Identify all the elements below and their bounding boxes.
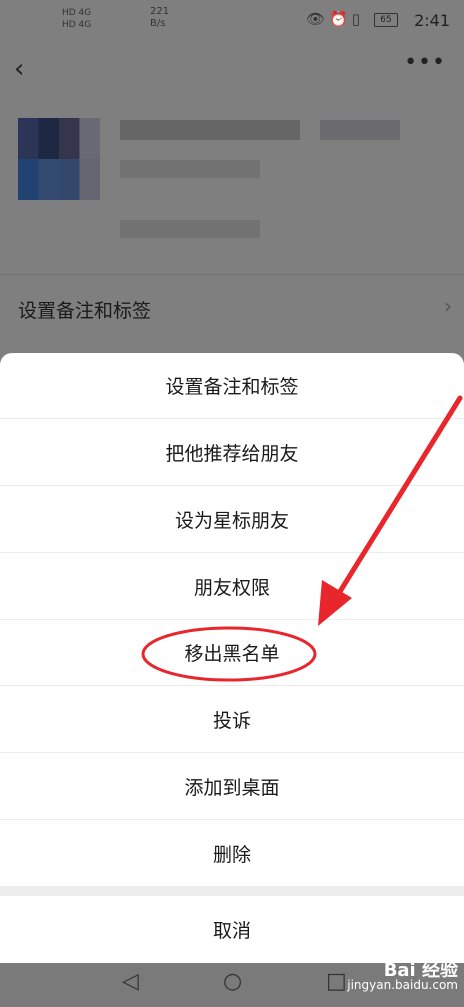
blurred-region: [120, 220, 260, 238]
more-options-icon[interactable]: •••: [404, 50, 446, 75]
profile-page-background: ‹ ••• 设置备注和标签 ›: [0, 40, 464, 352]
recommend-to-friend-option[interactable]: 把他推荐给朋友: [0, 420, 464, 486]
report-option[interactable]: 投诉: [0, 687, 464, 753]
blurred-gender-icon: [320, 120, 400, 140]
star-friend-option[interactable]: 设为星标朋友: [0, 487, 464, 553]
sheet-separator: [0, 886, 464, 896]
remark-tags-row[interactable]: 设置备注和标签: [18, 296, 151, 323]
clock: 2:41: [414, 11, 450, 30]
battery-icon: 65: [374, 13, 398, 27]
nav-recent-apps-icon[interactable]: □: [326, 969, 347, 994]
watermark-brand: Bai 经验: [383, 960, 458, 981]
baidu-jingyan-watermark: Bai 经验 jingyan.baidu.com: [347, 960, 458, 993]
divider: [0, 274, 464, 275]
add-to-desktop-option[interactable]: 添加到桌面: [0, 754, 464, 820]
status-icons: 👁⏰▯: [306, 10, 364, 28]
watermark-url: jingyan.baidu.com: [347, 978, 458, 992]
status-bar: HD 4G HD 4G 221 B/s 👁⏰▯ 65 2:41: [0, 0, 464, 40]
avatar: [18, 118, 100, 200]
blurred-nickname: [120, 120, 300, 140]
nav-back-icon[interactable]: ◁: [122, 969, 139, 994]
set-remark-tags-option[interactable]: 设置备注和标签: [0, 353, 464, 419]
nav-home-icon[interactable]: ○: [223, 969, 242, 994]
signal-icon-1: HD 4G: [62, 8, 92, 18]
signal-icon-2: HD 4G: [62, 20, 92, 30]
remove-from-blacklist-option[interactable]: 移出黑名单: [0, 620, 464, 686]
eye-icon: 👁: [306, 10, 330, 28]
alarm-icon: ⏰: [329, 10, 352, 28]
chevron-right-icon: ›: [444, 294, 452, 318]
blurred-wechat-id: [120, 160, 260, 178]
back-icon[interactable]: ‹: [14, 54, 24, 84]
net-speed-value: 221: [150, 6, 170, 17]
net-speed-unit: B/s: [150, 18, 166, 29]
cancel-button[interactable]: 取消: [0, 896, 464, 963]
delete-option[interactable]: 删除: [0, 820, 464, 886]
friend-permissions-option[interactable]: 朋友权限: [0, 554, 464, 620]
net-speed: 221 B/s: [150, 6, 169, 30]
vibrate-icon: ▯: [351, 10, 364, 28]
action-sheet: 设置备注和标签 把他推荐给朋友 设为星标朋友 朋友权限 移出黑名单 投诉 添加到…: [0, 353, 464, 963]
system-nav-bar: ◁ ○ □ Bai 经验 jingyan.baidu.com: [0, 960, 464, 1007]
